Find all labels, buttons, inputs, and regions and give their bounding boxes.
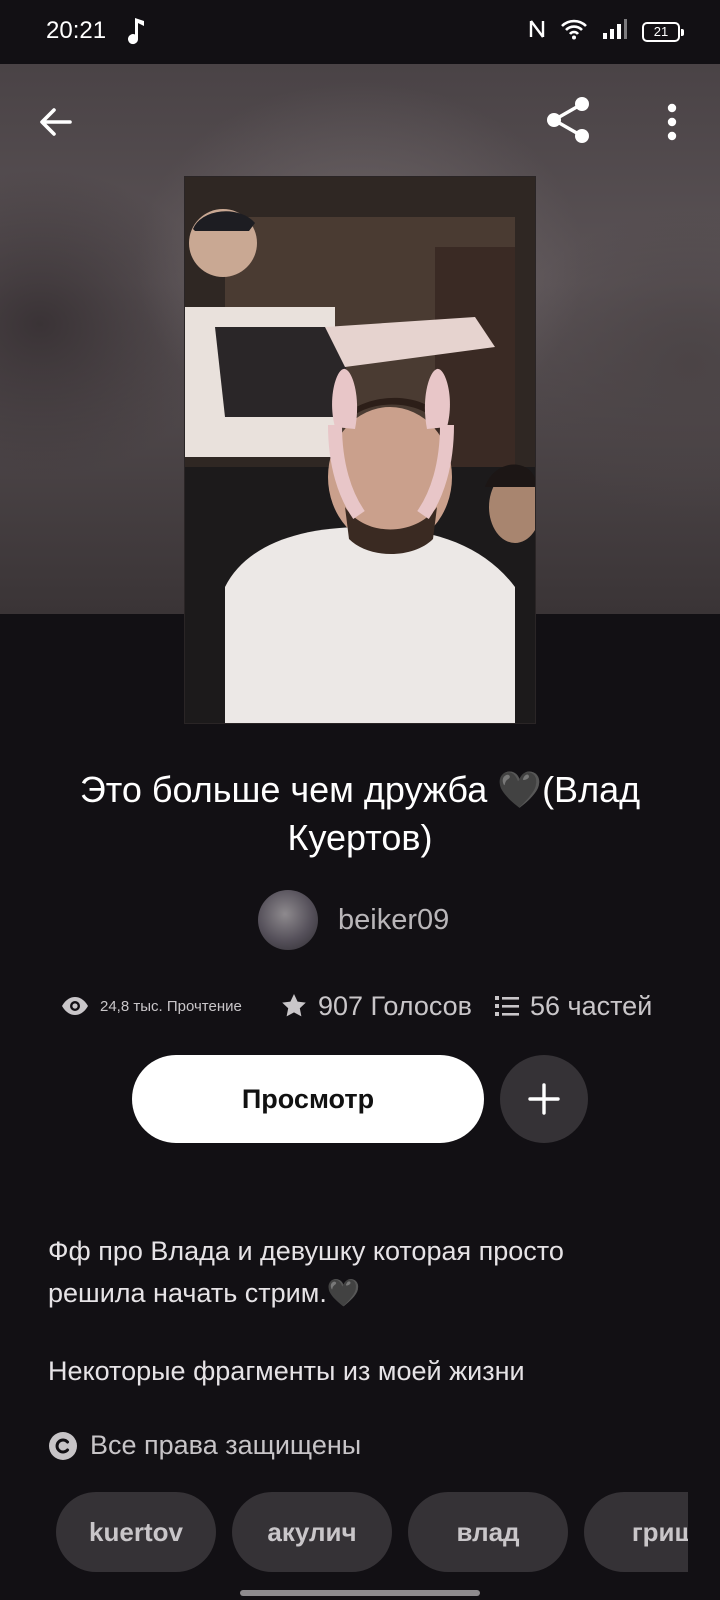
parts-stat: 56 частей xyxy=(494,991,652,1022)
eye-icon xyxy=(62,997,88,1015)
story-cover-image[interactable] xyxy=(184,176,536,724)
story-stats: 24,8 тыс. Прочтение 907 Голосов 56 часте… xyxy=(60,986,670,1026)
copyright-text: Все права защищены xyxy=(90,1430,362,1460)
more-vertical-icon xyxy=(667,103,677,141)
nfc-icon xyxy=(528,18,546,45)
plus-icon xyxy=(528,1083,560,1115)
arrow-left-icon xyxy=(40,108,72,136)
music-note-icon xyxy=(128,14,146,51)
status-icons: 21 xyxy=(528,18,684,45)
reads-stat: 24,8 тыс. Прочтение xyxy=(60,995,266,1017)
read-button[interactable]: Просмотр xyxy=(132,1055,484,1143)
share-button[interactable] xyxy=(542,94,594,146)
tag-list: kuertov акулич влад гриш xyxy=(56,1492,688,1572)
avatar xyxy=(258,890,318,950)
parts-count: 56 частей xyxy=(530,990,653,1021)
reads-count: 24,8 тыс. Прочтение xyxy=(100,997,242,1015)
star-icon xyxy=(282,994,306,1017)
home-indicator[interactable] xyxy=(240,1590,480,1596)
author-name: beiker09 xyxy=(338,903,450,936)
status-bar: 20:21 21 xyxy=(0,0,720,64)
votes-stat: 907 Голосов xyxy=(280,991,480,1022)
story-description: Фф про Влада и девушку которая просто ре… xyxy=(48,1230,668,1392)
share-icon xyxy=(547,97,589,143)
author-link[interactable]: beiker09 xyxy=(258,890,449,950)
more-options-button[interactable] xyxy=(652,98,692,146)
tag-chip[interactable]: гриш xyxy=(584,1492,688,1572)
wifi-icon xyxy=(560,18,588,45)
tag-chip[interactable]: kuertov xyxy=(56,1492,216,1572)
description-paragraph: Некоторые фрагменты из моей жизни xyxy=(48,1356,525,1386)
list-icon xyxy=(495,996,519,1016)
signal-icon xyxy=(602,18,628,45)
battery-icon: 21 xyxy=(642,21,684,42)
tag-chip[interactable]: влад xyxy=(408,1492,568,1572)
description-paragraph: Фф про Влада и девушку которая просто ре… xyxy=(48,1236,564,1308)
status-time: 20:21 xyxy=(46,17,107,44)
tag-chip[interactable]: акулич xyxy=(232,1492,392,1572)
votes-count: 907 Голосов xyxy=(318,990,473,1021)
copyright-icon xyxy=(49,1431,77,1460)
add-to-library-button[interactable] xyxy=(500,1055,588,1143)
story-title: Это больше чем дружба 🖤(Влад Куертов) xyxy=(79,769,641,858)
cover-photo xyxy=(185,177,535,723)
back-button[interactable] xyxy=(32,98,80,146)
copyright-notice: Все права защищены xyxy=(48,1430,361,1461)
